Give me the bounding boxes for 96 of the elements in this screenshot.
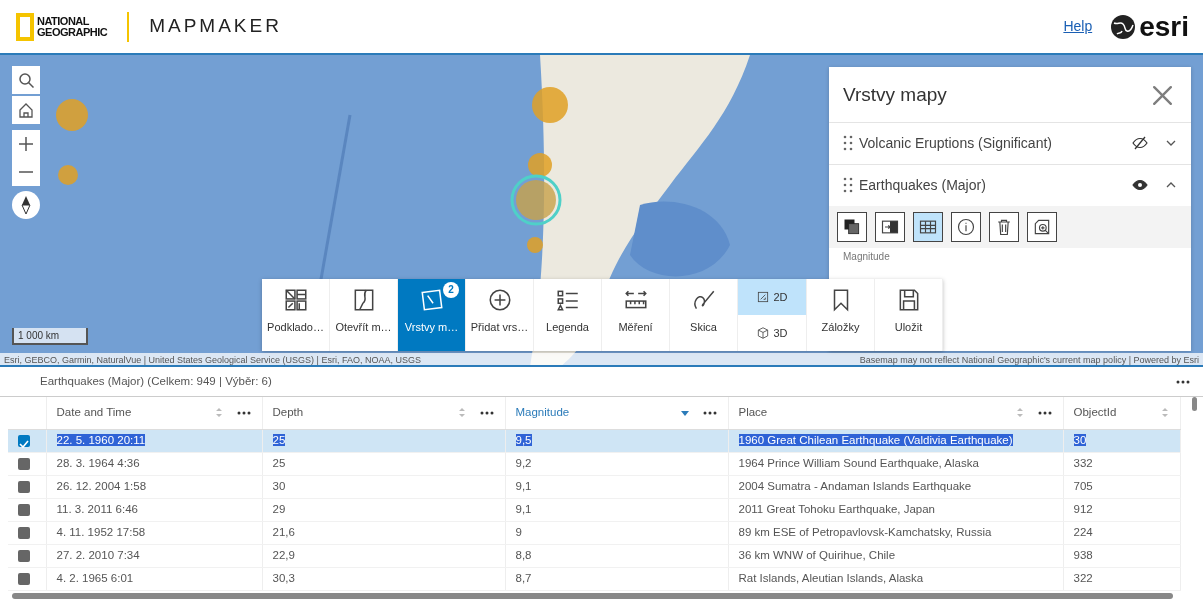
zoom-out-button[interactable] <box>12 158 40 186</box>
table-cell: 30,3 <box>272 571 295 584</box>
toolbar-button[interactable]: Skica <box>670 279 738 351</box>
table-cell: 22,9 <box>272 548 295 561</box>
field-label: Magnitude <box>843 250 890 262</box>
table-cell: 9 <box>515 525 522 538</box>
layer-row[interactable]: Volcanic Eruptions (Significant) <box>829 121 1191 164</box>
zoom-in-icon <box>19 137 33 151</box>
table-cell: 25 <box>272 456 286 469</box>
table-cell: 938 <box>1073 548 1093 561</box>
table-cell: 9,5 <box>515 433 532 446</box>
search-icon <box>18 72 34 88</box>
row-checkbox[interactable] <box>18 434 30 447</box>
table-cell: 30 <box>1073 433 1087 446</box>
attribution-text: Esri, GEBCO, Garmin, NaturalVue | United States Geological Service (USGS) | Esri, FAO, NOAA, USGS <box>4 354 421 365</box>
column-header[interactable]: Magnitude <box>515 404 674 422</box>
table-cell: 912 <box>1073 502 1093 515</box>
layer-name: Volcanic Eruptions (Significant) <box>859 133 1053 153</box>
view-toggle[interactable]: 2D <box>738 279 806 315</box>
info-button[interactable] <box>951 211 981 242</box>
brand-logo-text: esri <box>1139 12 1189 41</box>
column-header[interactable]: Date and Time <box>56 404 208 422</box>
scale-bar: 1 000 km <box>12 328 88 345</box>
attribution-text: Basemap may not reflect National Geographic's current map policy | Powered by Esri <box>859 354 1199 365</box>
row-checkbox[interactable] <box>18 480 30 493</box>
toolbar-button[interactable]: Záložky <box>807 279 875 351</box>
table-cell: 705 <box>1073 479 1093 492</box>
layer-name: Earthquakes (Major) <box>859 175 987 195</box>
table-cell: 28. 3. 1964 4:36 <box>56 456 140 469</box>
table-cell: Rat Islands, Aleutian Islands, Alaska <box>738 571 924 584</box>
table-cell: 2011 Great Tohoku Earthquake, Japan <box>738 502 935 515</box>
table-cell: 89 km ESE of Petropavlovsk-Kamchatsky, Russia <box>738 525 992 538</box>
horizontal-scrollbar[interactable] <box>12 592 1173 599</box>
table-button[interactable] <box>913 211 943 242</box>
vertical-scrollbar[interactable] <box>1192 397 1197 411</box>
table-cell: 27. 2. 2010 7:34 <box>56 548 140 561</box>
panel-arrow-button[interactable] <box>875 211 905 242</box>
search-button[interactable] <box>12 66 40 94</box>
table-cell: 1964 Prince William Sound Earthquake, Alaska <box>738 456 979 469</box>
table-cell: 11. 3. 2011 6:46 <box>56 502 138 515</box>
table-cell: 8,7 <box>515 571 532 584</box>
table-cell: 4. 11. 1952 17:58 <box>56 525 146 538</box>
column-header[interactable]: Place <box>738 404 1009 422</box>
toolbar-button[interactable]: Měření <box>602 279 670 351</box>
table-title: Earthquakes (Major) (Celkem: 949 | Výběr: 6) <box>40 373 272 389</box>
table-cell: 322 <box>1073 571 1093 584</box>
count-badge: 2 <box>443 282 459 298</box>
table-cell: 22. 5. 1960 20:11 <box>56 433 146 446</box>
table-cell: 25 <box>272 433 286 446</box>
stacked-squares-button[interactable] <box>837 211 867 242</box>
app-title: MAPMAKER <box>149 14 282 39</box>
table-cell: 2004 Sumatra - Andaman Islands Earthquake <box>738 479 972 492</box>
home-button[interactable] <box>12 96 40 124</box>
layers-icon <box>418 287 445 313</box>
table-cell: 36 km WNW of Quirihue, Chile <box>738 548 896 561</box>
logo-text: NATIONAL GEOGRAPHIC <box>37 15 108 38</box>
panel-title: Vrstvy mapy <box>843 83 947 107</box>
row-checkbox[interactable] <box>18 503 30 516</box>
table-cell: 30 <box>272 479 286 492</box>
row-checkbox[interactable] <box>18 526 30 539</box>
toolbar-button[interactable]: Přidat vrs… <box>466 279 534 351</box>
table-cell: 8,8 <box>515 548 532 561</box>
table-cell: 9,1 <box>515 502 532 515</box>
zoom-button[interactable] <box>1027 211 1057 242</box>
row-checkbox[interactable] <box>18 572 30 585</box>
column-header[interactable]: Depth <box>272 404 451 422</box>
toolbar-button[interactable]: Podklado… <box>262 279 330 351</box>
row-checkbox[interactable] <box>18 549 30 562</box>
table-cell: 4. 2. 1965 6:01 <box>56 571 134 584</box>
row-checkbox[interactable] <box>18 457 30 470</box>
table-cell: 29 <box>272 502 286 515</box>
table-cell: 332 <box>1073 456 1093 469</box>
grid-icon <box>282 287 309 313</box>
globe-icon <box>1110 13 1137 40</box>
zoom-in-button[interactable] <box>12 130 40 158</box>
table-cell: 21,6 <box>272 525 295 538</box>
toolbar-button[interactable]: Uložit <box>875 279 943 351</box>
table-cell: 26. 12. 2004 1:58 <box>56 479 147 492</box>
table-cell: 224 <box>1073 525 1093 538</box>
drag-handle-icon <box>843 177 853 193</box>
cube-icon <box>756 326 771 340</box>
square-icon <box>756 290 771 304</box>
column-header[interactable]: ObjectId <box>1073 404 1154 422</box>
help-link[interactable]: Help <box>1063 16 1093 37</box>
table-cell: 9,1 <box>515 479 532 492</box>
table-cell: 1960 Great Chilean Earthquake (Valdivia Earthquake) <box>738 433 1013 446</box>
trash-button[interactable] <box>989 211 1019 242</box>
layer-row[interactable]: Earthquakes (Major) <box>829 163 1191 206</box>
table-cell: 9,2 <box>515 456 532 469</box>
info-icon <box>956 216 976 237</box>
toolbar-button[interactable]: Legenda <box>534 279 602 351</box>
home-icon <box>19 102 33 118</box>
drag-handle-icon <box>843 135 853 151</box>
logo-icon <box>16 12 34 41</box>
toolbar-button[interactable]: Vrstvy m… 2 <box>398 279 466 351</box>
toolbar-button[interactable]: Otevřít m… <box>330 279 398 351</box>
